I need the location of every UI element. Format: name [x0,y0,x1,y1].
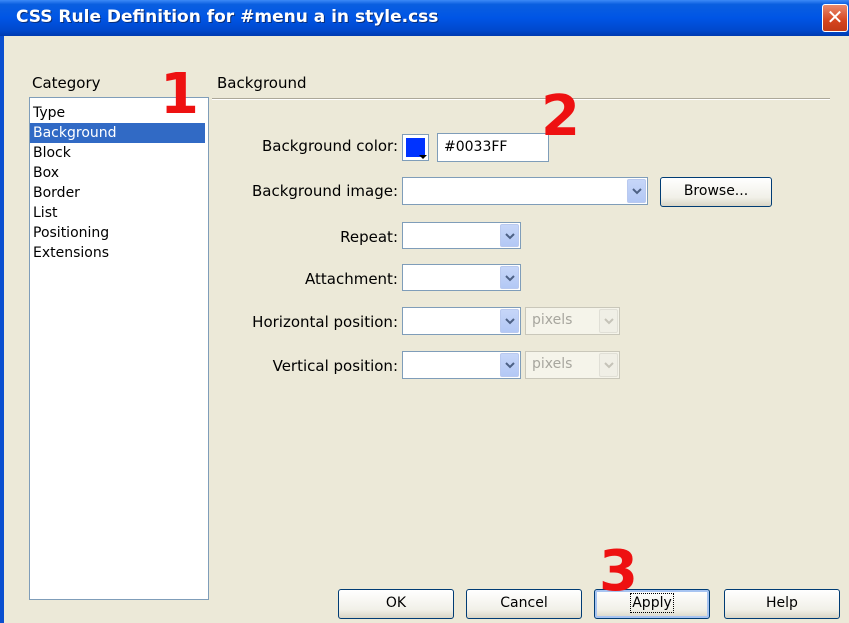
category-item-block[interactable]: Block [30,143,205,163]
cancel-button[interactable]: Cancel [466,589,582,619]
dropdown-arrow-icon [419,155,427,159]
vertical-position-select[interactable] [402,351,521,379]
chevron-down-icon[interactable] [500,309,519,333]
chevron-down-icon[interactable] [500,266,519,289]
vertical-position-label: Vertical position: [272,357,398,375]
chevron-down-icon [599,353,618,377]
horizontal-unit-select: pixels [525,307,620,335]
annotation-number-3: 3 [599,539,638,604]
ok-button-label: OK [385,595,407,611]
annotation-number-1: 1 [160,62,199,127]
background-color-label: Background color: [262,137,398,155]
chevron-down-icon[interactable] [500,224,519,247]
window-title: CSS Rule Definition for #menu a in style… [16,7,439,27]
browse-button[interactable]: Browse... [660,177,772,207]
close-icon: ✕ [826,5,844,29]
category-item-list[interactable]: List [30,203,205,223]
help-button-label: Help [766,595,798,611]
category-item-positioning[interactable]: Positioning [30,223,205,243]
horizontal-unit-value: pixels [532,312,573,328]
annotation-number-2: 2 [541,84,580,149]
repeat-label: Repeat: [340,228,398,246]
background-image-combo[interactable] [402,177,648,205]
section-divider [212,98,830,100]
close-button[interactable]: ✕ [822,4,848,32]
attachment-label: Attachment: [305,270,398,288]
title-bar: CSS Rule Definition for #menu a in style… [0,0,849,36]
apply-button-label: Apply [630,593,674,613]
browse-button-label: Browse... [683,183,749,199]
category-list[interactable]: Type Background Block Box Border List Po… [29,97,209,600]
chevron-down-icon[interactable] [627,179,646,203]
background-color-input[interactable]: #0033FF [437,133,549,162]
section-title: Background [217,74,307,92]
attachment-select[interactable] [402,264,521,291]
background-image-label: Background image: [251,182,398,200]
repeat-select[interactable] [402,222,521,249]
vertical-unit-select: pixels [525,351,620,379]
window-frame-left [0,36,4,623]
chevron-down-icon[interactable] [500,353,519,377]
category-header: Category [32,74,101,92]
chevron-down-icon [599,309,618,333]
ok-button[interactable]: OK [338,589,454,619]
category-item-box[interactable]: Box [30,163,205,183]
help-button[interactable]: Help [724,589,840,619]
horizontal-position-label: Horizontal position: [252,313,398,331]
horizontal-position-select[interactable] [402,307,521,335]
vertical-unit-value: pixels [532,356,573,372]
color-picker-button[interactable] [402,134,429,161]
cancel-button-label: Cancel [500,595,548,611]
category-item-extensions[interactable]: Extensions [30,243,205,263]
category-item-border[interactable]: Border [30,183,205,203]
